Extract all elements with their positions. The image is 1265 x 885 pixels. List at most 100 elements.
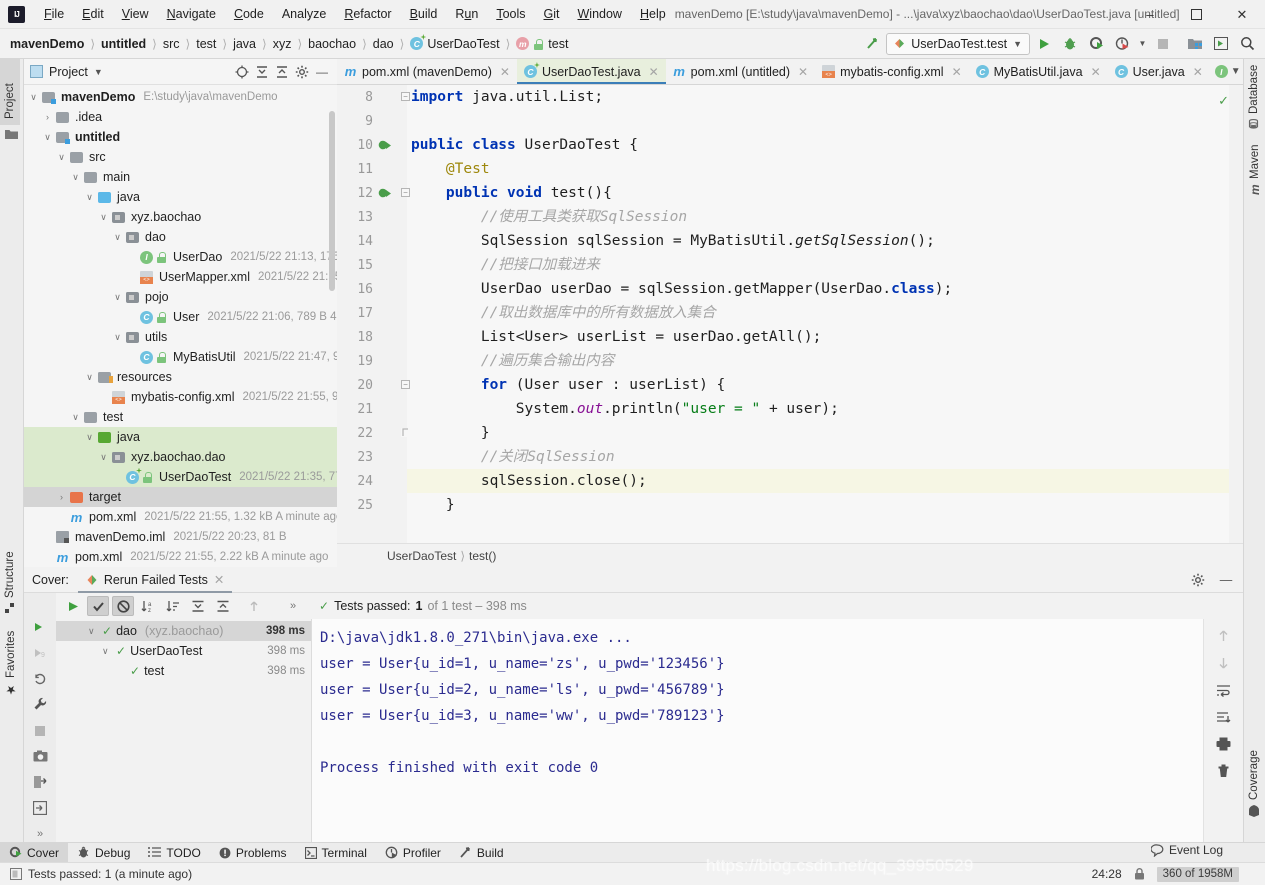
tree-expand-arrow[interactable]: ∨ xyxy=(28,92,39,103)
code-line[interactable]: //把接口加载进来 xyxy=(407,253,1243,277)
test-results-tree[interactable]: ∨ ✓ dao (xyz.baochao) 398 ms ∨ ✓ UserDaoTest 398… xyxy=(56,619,311,842)
gutter-line[interactable]: 19 xyxy=(337,349,407,373)
run-with-coverage-icon[interactable] xyxy=(1084,32,1108,56)
tree-expand-arrow[interactable]: › xyxy=(56,492,67,502)
gutter-line[interactable]: 10 xyxy=(337,133,407,157)
project-tree-node[interactable]: ∨ main xyxy=(24,167,337,187)
project-tree-node[interactable]: m pom.xml 2021/5/22 21:55, 2.22 kB A minut… xyxy=(24,547,337,567)
gutter-line[interactable]: 24 xyxy=(337,469,407,493)
chevron-down-icon[interactable]: ▼ xyxy=(94,67,103,77)
project-tree-node[interactable]: ∨ xyz.baochao xyxy=(24,207,337,227)
close-button[interactable]: ✕ xyxy=(1219,0,1265,29)
code-line[interactable]: } xyxy=(407,493,1243,517)
project-tree-node[interactable]: ∨ pojo xyxy=(24,287,337,307)
scroll-to-end-icon[interactable] xyxy=(1215,708,1233,726)
menu-refactor[interactable]: Refactor xyxy=(335,3,400,25)
maximize-button[interactable] xyxy=(1173,0,1219,29)
sidebar-item-coverage[interactable]: Coverage xyxy=(1244,737,1264,823)
code-line[interactable] xyxy=(407,109,1243,133)
project-tree-node[interactable]: C UserDaoTest 2021/5/22 21:35, 771 B Mome xyxy=(24,467,337,487)
project-tree-node[interactable]: ∨ mavenDemo E:\study\java\mavenDemo xyxy=(24,87,337,107)
chevron-down-icon[interactable]: ▼ xyxy=(1231,66,1241,77)
tree-expand-arrow[interactable]: ∨ xyxy=(112,232,123,243)
menu-analyze[interactable]: Analyze xyxy=(273,3,335,25)
menu-edit[interactable]: Edit xyxy=(73,3,113,25)
tab-problems[interactable]: Problems xyxy=(210,843,296,863)
breadcrumb-item-test-method[interactable]: m test xyxy=(512,35,572,53)
profile-icon[interactable] xyxy=(1110,32,1134,56)
updates-icon[interactable] xyxy=(1209,32,1233,56)
settings-wrench-icon[interactable] xyxy=(31,697,49,713)
project-tree-node[interactable]: I UserDao 2021/5/22 21:13, 176 B 4 minute xyxy=(24,247,337,267)
code-line[interactable]: for (User user : userList) { xyxy=(407,373,1243,397)
breadcrumb-item-xyz[interactable]: xyz xyxy=(269,35,296,53)
project-tree-node[interactable]: ∨ dao xyxy=(24,227,337,247)
editor-gutter[interactable]: 8−9 10 11 12−13 14 15 16 17 18 19 20−21 22 23 24 25 xyxy=(337,85,410,567)
project-tree[interactable]: ∨ mavenDemo E:\study\java\mavenDemo › .idea ∨… xyxy=(24,85,337,567)
code-line[interactable]: //取出数据库中的所有数据放入集合 xyxy=(407,301,1243,325)
project-tree-node[interactable]: mybatis-config.xml 2021/5/22 21:55, 946 B… xyxy=(24,387,337,407)
project-tree-node[interactable]: UserMapper.xml 2021/5/22 21:55, 475 B A m xyxy=(24,267,337,287)
project-tree-node[interactable]: ∨ test xyxy=(24,407,337,427)
project-tree-node[interactable]: ∨ untitled xyxy=(24,127,337,147)
code-line[interactable]: SqlSession sqlSession = MyBatisUtil.getS… xyxy=(407,229,1243,253)
breadcrumb-class[interactable]: UserDaoTest xyxy=(387,549,456,563)
editor-tab[interactable]: mybatis-config.xml ✕ xyxy=(815,59,969,84)
code-line[interactable]: //遍历集合输出内容 xyxy=(407,349,1243,373)
select-opened-file-icon[interactable] xyxy=(233,63,251,81)
tree-expand-arrow[interactable]: ∨ xyxy=(88,626,98,637)
code-line[interactable]: } xyxy=(407,421,1243,445)
project-tree-scrollbar[interactable] xyxy=(329,111,335,291)
editor-marker-panel[interactable]: ✓ xyxy=(1218,85,1243,567)
hide-panel-icon[interactable]: — xyxy=(313,63,331,81)
tree-expand-arrow[interactable]: ∨ xyxy=(98,452,109,463)
show-passed-icon[interactable] xyxy=(87,596,109,616)
gutter-line[interactable]: 13 xyxy=(337,205,407,229)
code-editor[interactable]: 8−9 10 11 12−13 14 15 16 17 18 19 20−21 22 23 24 25 im… xyxy=(337,85,1243,567)
editor-tab[interactable]: C MyBatisUtil.java ✕ xyxy=(968,59,1108,84)
sort-by-duration-icon[interactable] xyxy=(162,596,184,616)
menu-view[interactable]: View xyxy=(113,3,158,25)
print-icon[interactable] xyxy=(1215,735,1233,753)
console-output[interactable]: D:\java\jdk1.8.0_271\bin\java.exe ... use… xyxy=(311,619,1243,842)
rerun-icon[interactable] xyxy=(31,619,49,635)
breadcrumb-item-dao[interactable]: dao xyxy=(369,35,398,53)
close-icon[interactable]: ✕ xyxy=(1091,65,1101,79)
tab-profiler[interactable]: Profiler xyxy=(376,843,450,863)
gutter-line[interactable]: 21 xyxy=(337,397,407,421)
tree-expand-arrow[interactable]: ∨ xyxy=(112,292,123,303)
code-line[interactable]: System.out.println("user = " + user); xyxy=(407,397,1243,421)
project-tree-node[interactable]: ∨ src xyxy=(24,147,337,167)
gutter-line[interactable]: 18 xyxy=(337,325,407,349)
test-result-row[interactable]: ∨ ✓ UserDaoTest 398 ms xyxy=(56,641,311,661)
close-icon[interactable]: ✕ xyxy=(214,572,224,587)
gear-icon[interactable] xyxy=(293,63,311,81)
sort-alphabetically-icon[interactable]: az xyxy=(137,596,159,616)
lock-icon[interactable] xyxy=(1134,868,1145,880)
tree-expand-arrow[interactable]: ∨ xyxy=(102,646,112,657)
breadcrumb-item-mavendemo[interactable]: mavenDemo xyxy=(6,35,88,53)
project-tree-node[interactable]: ∨ utils xyxy=(24,327,337,347)
code-line[interactable]: public void test(){ xyxy=(407,181,1243,205)
run-configuration-selector[interactable]: UserDaoTest.test ▼ xyxy=(886,32,1030,55)
sidebar-item-project[interactable]: Project xyxy=(0,59,20,125)
breadcrumb-item-userdaotest[interactable]: C UserDaoTest xyxy=(406,35,503,53)
tab-build[interactable]: Build xyxy=(450,843,513,863)
menu-file[interactable]: File xyxy=(35,3,73,25)
menu-window[interactable]: Window xyxy=(568,3,630,25)
menu-navigate[interactable]: Navigate xyxy=(158,3,225,25)
collapse-all-icon[interactable] xyxy=(273,63,291,81)
breadcrumb-item-test[interactable]: test xyxy=(192,35,220,53)
import-icon[interactable] xyxy=(31,800,49,816)
menu-git[interactable]: Git xyxy=(535,3,569,25)
rerun-icon[interactable] xyxy=(62,596,84,616)
rerun-automatically-icon[interactable] xyxy=(31,671,49,687)
tree-expand-arrow[interactable]: ∨ xyxy=(42,132,53,143)
gutter-line[interactable]: 20 xyxy=(337,373,407,397)
gutter-line[interactable]: 23 xyxy=(337,445,407,469)
editor-tab[interactable]: m pom.xml (mavenDemo) ✕ xyxy=(337,59,517,84)
more-icon[interactable]: » xyxy=(31,826,49,842)
breadcrumb-item-baochao[interactable]: baochao xyxy=(304,35,360,53)
code-line[interactable]: public class UserDaoTest { xyxy=(407,133,1243,157)
project-tree-node[interactable]: › target xyxy=(24,487,337,507)
